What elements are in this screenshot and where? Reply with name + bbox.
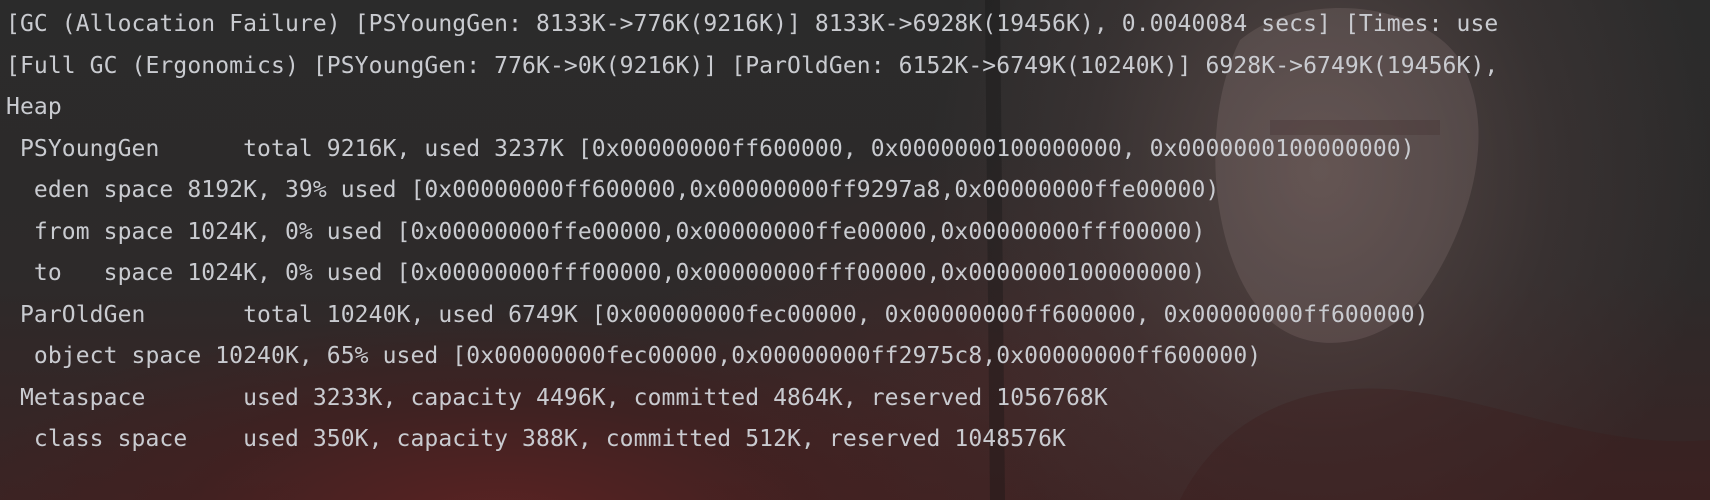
log-line: [GC (Allocation Failure) [PSYoungGen: 81… <box>6 11 1499 37</box>
log-line: ParOldGen total 10240K, used 6749K [0x00… <box>6 301 1429 328</box>
log-line: object space 10240K, 65% used [0x0000000… <box>6 343 1262 369</box>
gc-log-lines: [GC (Allocation Failure) [PSYoungGen: 81… <box>6 6 1498 463</box>
log-line: from space 1024K, 0% used [0x00000000ffe… <box>6 218 1206 245</box>
log-line: class space used 350K, capacity 388K, co… <box>6 426 1066 452</box>
log-line: PSYoungGen total 9216K, used 3237K [0x00… <box>6 135 1415 162</box>
console-output-panel[interactable]: [GC (Allocation Failure) [PSYoungGen: 81… <box>0 0 1710 500</box>
log-line: to space 1024K, 0% used [0x00000000fff00… <box>6 260 1206 286</box>
log-line: Metaspace used 3233K, capacity 4496K, co… <box>6 384 1108 411</box>
log-line: [Full GC (Ergonomics) [PSYoungGen: 776K-… <box>6 52 1499 79</box>
log-line: eden space 8192K, 39% used [0x00000000ff… <box>6 177 1220 203</box>
log-line: Heap <box>6 94 62 120</box>
